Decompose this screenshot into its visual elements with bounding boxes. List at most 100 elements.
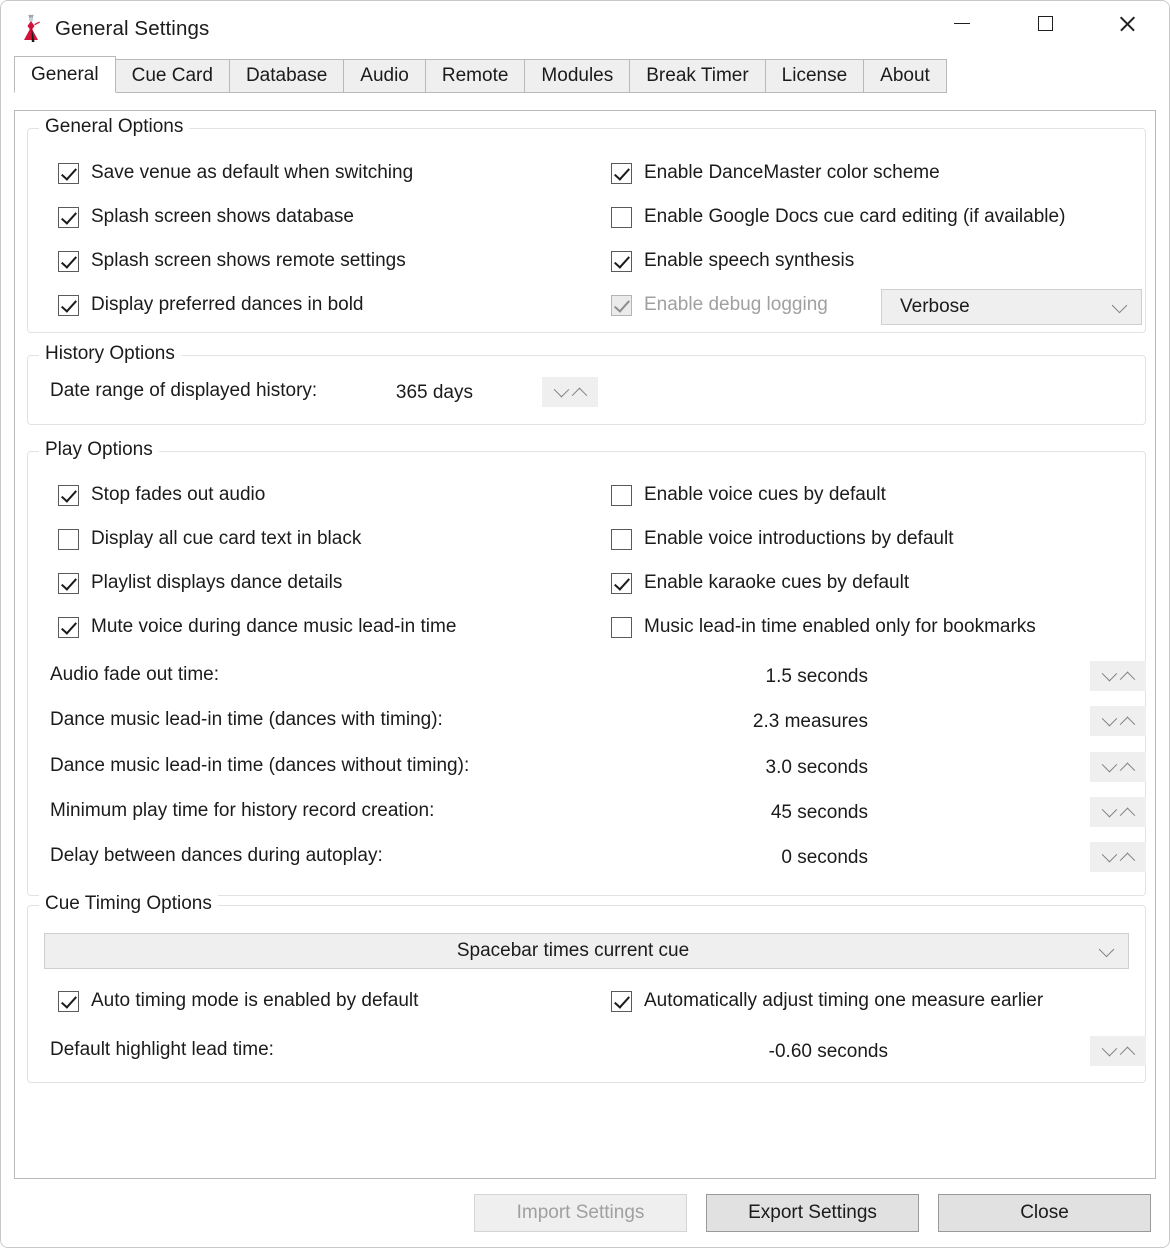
tab-modules[interactable]: Modules [524,59,631,93]
checkbox-label: Display all cue card text in black [91,528,362,549]
cue-timing-mode-combobox[interactable]: Spacebar times current cue [44,933,1129,969]
checkbox-label: Enable DanceMaster color scheme [644,162,940,183]
chevron-up-icon[interactable] [1119,852,1135,868]
checkbox-box [58,990,79,1012]
checkbox-splash-shows-remote-settings[interactable]: Splash screen shows remote settings [58,250,406,272]
checkbox-enable-voice-introductions-by-default[interactable]: Enable voice introductions by default [611,528,953,550]
tab-label: Remote [441,65,509,86]
checkbox-label: Automatically adjust timing one measure … [644,990,1044,1011]
general-options-group: General Options Save venue as default wh… [27,116,1146,333]
chevron-down-icon [1098,941,1115,957]
date-range-row: Date range of displayed history: [50,376,317,406]
chevron-up-icon[interactable] [571,387,587,403]
chevron-up-icon[interactable] [1119,807,1135,823]
close-dialog-button[interactable]: Close [938,1194,1151,1232]
checkbox-enable-karaoke-cues-by-default[interactable]: Enable karaoke cues by default [611,572,909,594]
checkbox-save-venue-as-default[interactable]: Save venue as default when switching [58,162,413,184]
checkbox-box [611,294,632,316]
tab-label: Break Timer [646,65,749,86]
minimize-button[interactable] [939,1,985,46]
date-range-stepper[interactable] [542,377,598,407]
chevron-down-icon[interactable] [1101,710,1117,726]
checkbox-box [611,250,632,272]
checkbox-display-all-cue-card-text-black[interactable]: Display all cue card text in black [58,528,361,550]
checkbox-label: Enable voice introductions by default [644,528,954,549]
lead-in-without-timing-label: Dance music lead-in time (dances without… [50,755,470,776]
tab-database[interactable]: Database [228,59,345,93]
chevron-up-icon[interactable] [1119,716,1135,732]
checkbox-music-lead-in-only-for-bookmarks[interactable]: Music lead-in time enabled only for book… [611,616,1036,638]
checkbox-stop-fades-out-audio[interactable]: Stop fades out audio [58,484,265,506]
chevron-down-icon[interactable] [1101,665,1117,681]
checkbox-label: Splash screen shows database [91,206,354,227]
history-options-group: History Options Date range of displayed … [27,343,1146,425]
checkbox-label: Enable karaoke cues by default [644,572,910,593]
checkbox-box [611,528,632,550]
play-options-title: Play Options [39,439,159,461]
window-title: General Settings [55,17,210,40]
debug-log-level-combobox[interactable]: Verbose [881,289,1142,325]
checkbox-box [611,206,632,228]
tab-break-timer[interactable]: Break Timer [629,59,766,93]
tab-label: Modules [541,65,614,86]
audio-fade-out-time-value: 1.5 seconds [765,666,868,687]
checkbox-box [58,294,79,316]
export-settings-label: Export Settings [748,1202,877,1223]
close-button[interactable] [1103,1,1149,46]
tab-label: General [31,63,99,85]
checkbox-playlist-displays-dance-details[interactable]: Playlist displays dance details [58,572,342,594]
lead-in-with-timing-stepper[interactable] [1090,706,1146,736]
export-settings-button[interactable]: Export Settings [706,1194,919,1232]
tab-remote[interactable]: Remote [424,59,526,93]
checkbox-enable-dancemaster-color-scheme[interactable]: Enable DanceMaster color scheme [611,162,940,184]
tab-label: Database [245,65,328,86]
checkbox-enable-voice-cues-by-default[interactable]: Enable voice cues by default [611,484,886,506]
tab-label: Audio [360,65,409,86]
chevron-down-icon [1111,297,1128,313]
audio-fade-out-time-stepper[interactable] [1090,661,1146,691]
minimum-play-time-label: Minimum play time for history record cre… [50,800,435,821]
chevron-up-icon[interactable] [1119,671,1135,687]
import-settings-label: Import Settings [516,1202,645,1223]
default-highlight-lead-time-label: Default highlight lead time: [50,1039,274,1060]
minimum-play-time-stepper[interactable] [1090,797,1146,827]
tab-audio[interactable]: Audio [343,59,426,93]
checkbox-box [58,162,79,184]
chevron-down-icon[interactable] [553,381,569,397]
chevron-up-icon[interactable] [1119,762,1135,778]
checkbox-splash-shows-database[interactable]: Splash screen shows database [58,206,354,228]
audio-fade-out-time-row: Audio fade out time: [50,660,219,690]
tab-general[interactable]: General [14,56,116,93]
checkbox-box [611,990,632,1012]
checkbox-enable-google-docs-cue-card-editing[interactable]: Enable Google Docs cue card editing (if … [611,206,1065,228]
chevron-down-icon[interactable] [1101,756,1117,772]
default-highlight-lead-time-stepper[interactable] [1090,1036,1146,1066]
checkbox-box [58,616,79,638]
checkbox-label: Display preferred dances in bold [91,294,364,315]
lead-in-without-timing-stepper[interactable] [1090,752,1146,782]
checkbox-auto-timing-mode-enabled[interactable]: Auto timing mode is enabled by default [58,990,418,1012]
chevron-down-icon[interactable] [1101,1040,1117,1056]
checkbox-auto-adjust-one-measure-earlier[interactable]: Automatically adjust timing one measure … [611,990,1043,1012]
play-options-group: Play Options Stop fades out audio Displa… [27,439,1146,896]
tab-about[interactable]: About [863,59,947,93]
checkbox-box [58,206,79,228]
delay-between-dances-stepper[interactable] [1090,842,1146,872]
chevron-down-icon[interactable] [1101,801,1117,817]
tab-label: Cue Card [131,65,213,86]
checkbox-mute-voice-during-lead-in[interactable]: Mute voice during dance music lead-in ti… [58,616,456,638]
chevron-up-icon[interactable] [1119,1046,1135,1062]
lead-in-without-timing-row: Dance music lead-in time (dances without… [50,751,469,781]
tab-cue-card[interactable]: Cue Card [114,59,230,93]
checkbox-label: Mute voice during dance music lead-in ti… [91,616,457,637]
checkbox-display-preferred-dances-bold[interactable]: Display preferred dances in bold [58,294,364,316]
maximize-button[interactable] [1022,1,1068,46]
checkbox-label: Enable Google Docs cue card editing (if … [644,206,1066,227]
checkbox-label: Splash screen shows remote settings [91,250,406,271]
tab-license[interactable]: License [764,59,865,93]
checkbox-box [611,572,632,594]
window-controls [939,1,1169,57]
checkbox-enable-speech-synthesis[interactable]: Enable speech synthesis [611,250,854,272]
general-tab-panel: General Options Save venue as default wh… [14,110,1156,1179]
chevron-down-icon[interactable] [1101,846,1117,862]
